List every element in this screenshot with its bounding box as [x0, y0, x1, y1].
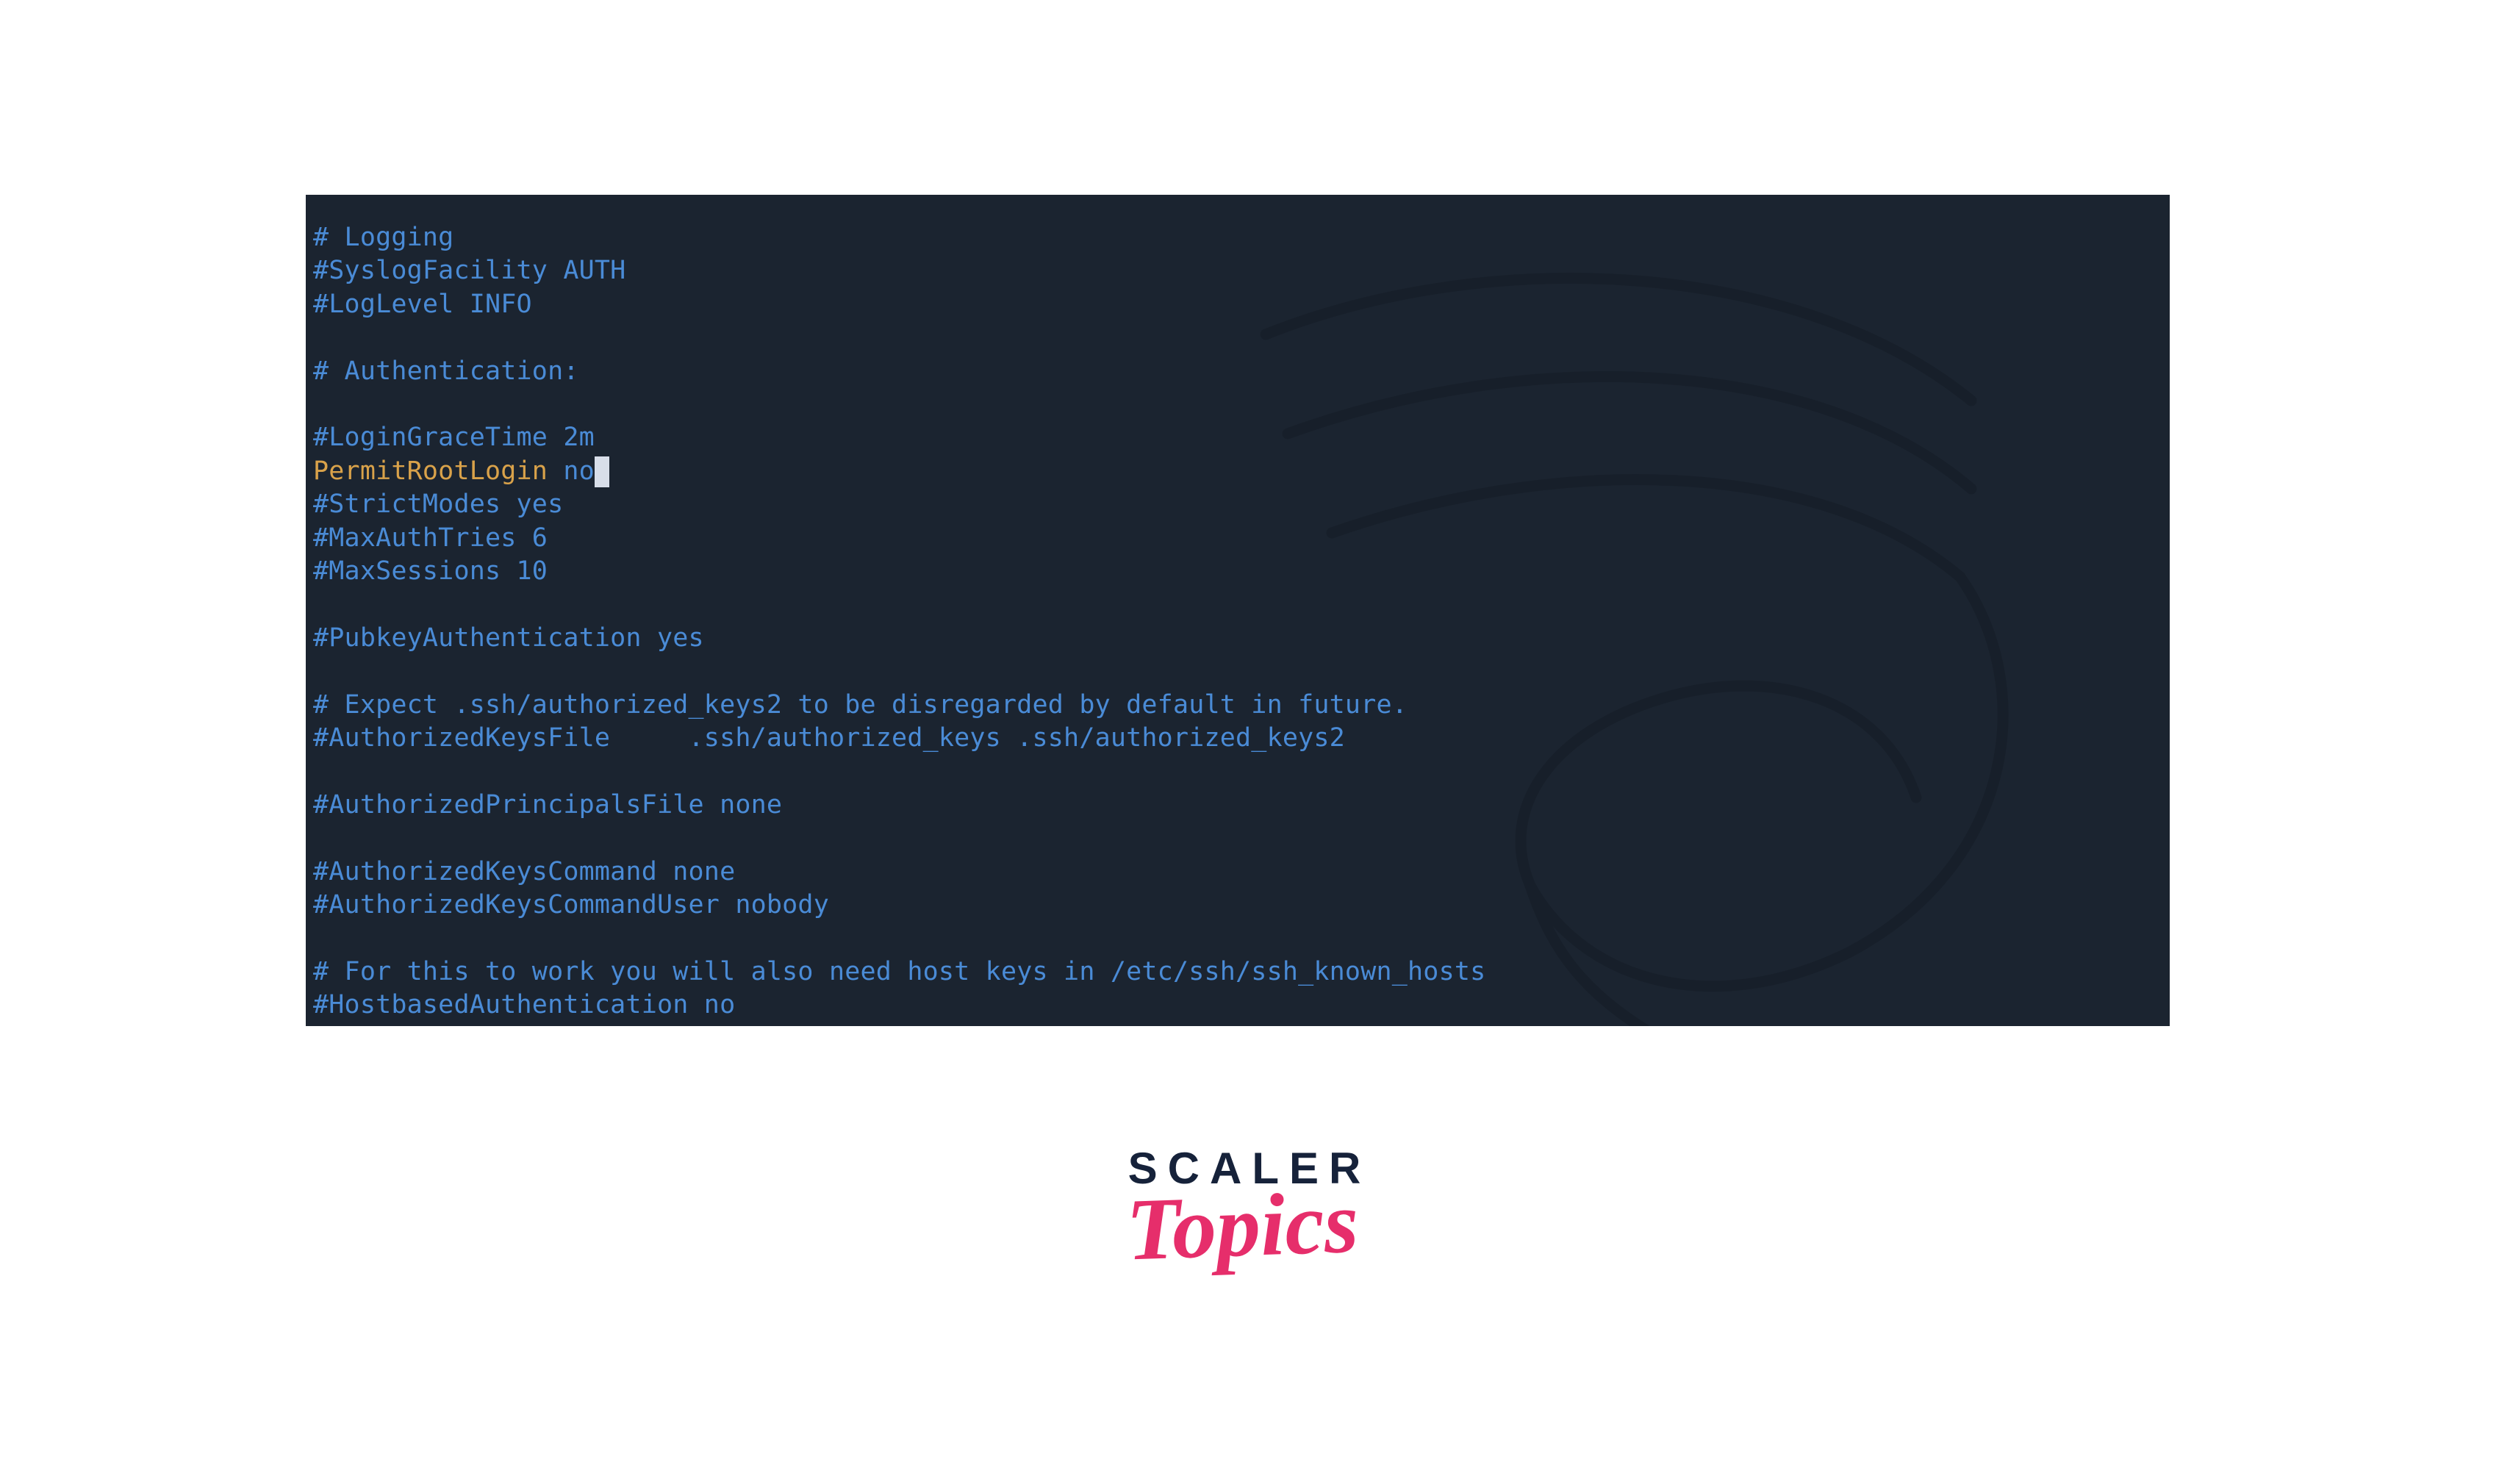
- code-line: [313, 655, 2164, 688]
- code-line: #AuthorizedPrincipalsFile none: [313, 789, 2164, 822]
- code-line: # Expect .ssh/authorized_keys2 to be dis…: [313, 689, 2164, 722]
- code-token: no: [563, 456, 595, 486]
- brand-logo: SCALER Topics: [0, 1147, 2499, 1266]
- code-token: #PubkeyAuthentication yes: [313, 623, 704, 653]
- code-line: [313, 756, 2164, 789]
- code-line: [313, 388, 2164, 421]
- code-line: PermitRootLogin no: [313, 455, 2164, 488]
- code-token: #SyslogFacility AUTH: [313, 256, 625, 285]
- code-token: # Expect .ssh/authorized_keys2 to be dis…: [313, 690, 1408, 720]
- code-token: #StrictModes yes: [313, 490, 563, 519]
- page: # Logging #SyslogFacility AUTH #LogLevel I…: [0, 0, 2499, 1484]
- code-line: # For this to work you will also need ho…: [313, 956, 2164, 989]
- code-line: #AuthorizedKeysFile .ssh/authorized_keys…: [313, 722, 2164, 755]
- terminal-window[interactable]: # Logging #SyslogFacility AUTH #LogLevel I…: [306, 195, 2170, 1026]
- code-line: #LoginGraceTime 2m: [313, 421, 2164, 454]
- code-token: #AuthorizedKeysCommandUser nobody: [313, 890, 829, 920]
- code-token: #AuthorizedKeysCommand none: [313, 857, 735, 886]
- code-token: #AuthorizedPrincipalsFile none: [313, 790, 782, 820]
- code-token: #AuthorizedKeysFile .ssh/authorized_keys…: [313, 723, 1345, 753]
- code-line: [313, 321, 2164, 354]
- editor-content[interactable]: # Logging #SyslogFacility AUTH #LogLevel I…: [306, 195, 2170, 1026]
- code-token: # For this to work you will also need ho…: [313, 957, 1485, 986]
- text-cursor: [595, 456, 609, 487]
- code-token: # Logging: [313, 223, 453, 252]
- code-line: #PubkeyAuthentication yes: [313, 622, 2164, 655]
- code-line: #MaxSessions 10: [313, 555, 2164, 588]
- code-token: PermitRootLogin: [313, 456, 563, 486]
- code-token: #MaxSessions 10: [313, 556, 548, 586]
- code-line: [313, 922, 2164, 956]
- code-line: #AuthorizedKeysCommand none: [313, 856, 2164, 889]
- code-line: #LogLevel INFO: [313, 288, 2164, 321]
- code-line: #MaxAuthTries 6: [313, 522, 2164, 555]
- code-line: [313, 822, 2164, 855]
- code-token: #MaxAuthTries 6: [313, 523, 548, 553]
- code-token: # Authentication:: [313, 356, 579, 386]
- code-line: #StrictModes yes: [313, 488, 2164, 521]
- code-line: #SyslogFacility AUTH: [313, 254, 2164, 287]
- logo-line-2: Topics: [1119, 1182, 1365, 1269]
- code-token: #LoginGraceTime 2m: [313, 423, 595, 452]
- code-token: #HostbasedAuthentication no: [313, 990, 735, 1019]
- code-line: #HostbasedAuthentication no: [313, 989, 2164, 1022]
- code-line: #AuthorizedKeysCommandUser nobody: [313, 889, 2164, 922]
- code-line: # Logging: [313, 221, 2164, 254]
- code-line: # Authentication:: [313, 355, 2164, 388]
- code-line: [313, 588, 2164, 621]
- code-token: #LogLevel INFO: [313, 290, 532, 319]
